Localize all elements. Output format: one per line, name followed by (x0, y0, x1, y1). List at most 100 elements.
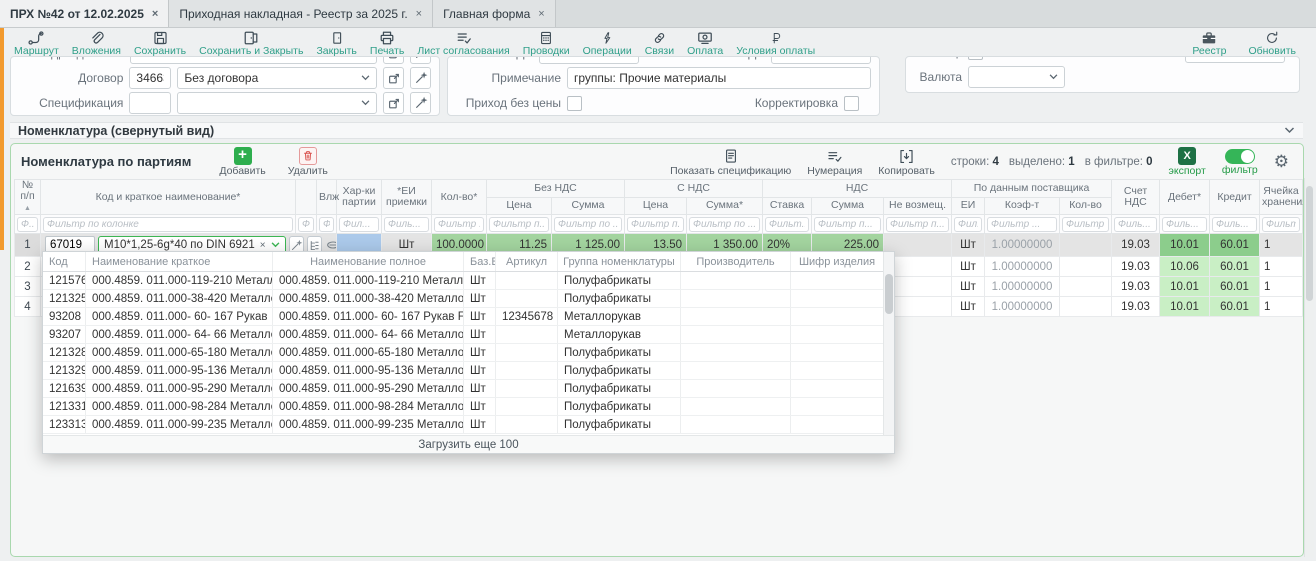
coef-cell[interactable]: 1.00000000 (985, 257, 1060, 277)
contract-select[interactable]: Без договора (177, 67, 377, 89)
col-header-rate[interactable]: Ставка (763, 197, 812, 215)
storage-cell[interactable]: 1 (1260, 297, 1303, 317)
show-spec-button[interactable]: Показать спецификацию (670, 148, 791, 176)
coef-cell[interactable]: 1.00000000 (985, 234, 1060, 257)
col-header-credit[interactable]: Кредит (1210, 180, 1260, 215)
sup-qty-cell[interactable] (1060, 234, 1112, 257)
save-close-button[interactable]: Сохранить и Закрыть (195, 30, 307, 57)
sup-ei-cell[interactable]: Шт (952, 234, 985, 257)
dd-col-full-name[interactable]: Наименование полное (273, 252, 464, 271)
dd-col-manufacturer[interactable]: Производитель (681, 252, 791, 271)
dd-col-group[interactable]: Группа номенклатуры (558, 252, 681, 271)
filter-input-rate[interactable] (765, 217, 809, 232)
add-row-button[interactable]: + Добавить (219, 147, 265, 176)
col-header-vlj[interactable]: Влж (317, 180, 337, 215)
sup-ei-cell[interactable]: Шт (952, 277, 985, 297)
note-input[interactable] (567, 67, 871, 89)
sup-ei-cell[interactable]: Шт (952, 297, 985, 317)
dd-col-short-name[interactable]: Наименование краткое (86, 252, 273, 271)
open-card-button[interactable] (383, 67, 404, 89)
col-header-wand[interactable] (296, 180, 317, 215)
filter-input-name[interactable] (43, 217, 293, 232)
postings-button[interactable]: Проводки (519, 30, 574, 57)
dropdown-row[interactable]: 93208 000.4859. 011.000- 60- 167 Рукав 0… (43, 308, 894, 326)
coef-cell[interactable]: 1.00000000 (985, 297, 1060, 317)
tab-document[interactable]: ПРХ №42 от 12.02.2025 × (0, 0, 169, 27)
debit-cell[interactable]: 10.06 (1160, 257, 1210, 277)
row-number[interactable]: 1 (15, 234, 41, 257)
sup-qty-cell[interactable] (1060, 297, 1112, 317)
vat-account-cell[interactable]: 19.03 (1112, 297, 1160, 317)
close-button[interactable]: Закрыть (312, 30, 360, 57)
registry-button[interactable]: Реестр (1188, 30, 1230, 57)
no-invoice-checkbox[interactable] (968, 56, 983, 60)
col-header-sum-with-vat[interactable]: Сумма* (687, 197, 763, 215)
open-card-button[interactable] (383, 92, 404, 114)
vat-account-cell[interactable]: 19.03 (1112, 234, 1160, 257)
dropdown-row[interactable]: 121331 000.4859. 011.000-98-284 Металлор… (43, 398, 894, 416)
nomenclature-section-header[interactable]: Номенклатура (свернутый вид) (10, 122, 1303, 139)
col-header-sum-no-vat[interactable]: Сумма (552, 197, 625, 215)
filter-input-coef[interactable] (987, 217, 1057, 232)
col-header-non-refund[interactable]: Не возмещ. (884, 197, 952, 215)
delete-row-button[interactable]: Удалить (288, 147, 328, 176)
filter-input-qty[interactable] (434, 217, 484, 232)
vertical-scrollbar[interactable] (1304, 178, 1314, 557)
magic-wand-button[interactable] (410, 56, 431, 64)
dd-col-article[interactable]: Артикул (496, 252, 558, 271)
col-header-cell[interactable]: Ячейка хранения (1260, 180, 1303, 215)
sup-qty-cell[interactable] (1060, 257, 1112, 277)
tab-registry[interactable]: Приходная накладная - Реестр за 2025 г. … (169, 0, 433, 27)
dropdown-row[interactable]: 121639 000.4859. 011.000-95-290 Металлор… (43, 380, 894, 398)
close-icon[interactable]: × (416, 8, 422, 20)
currency-select[interactable] (968, 66, 1065, 88)
chain-link-icon[interactable] (325, 239, 337, 251)
route-button[interactable]: Маршрут (10, 30, 63, 57)
scrollbar-thumb[interactable] (885, 274, 893, 314)
department-select[interactable] (130, 56, 377, 64)
dropdown-row[interactable]: 121576 000.4859. 011.000-119-210 Металло… (43, 272, 894, 290)
magic-wand-button[interactable] (410, 67, 431, 89)
filter-input-credit[interactable] (1212, 217, 1257, 232)
sup-ei-cell[interactable]: Шт (952, 257, 985, 277)
credit-cell[interactable]: 60.01 (1210, 234, 1260, 257)
debit-cell[interactable]: 10.01 (1160, 234, 1210, 257)
dropdown-row[interactable]: 121328 000.4859. 011.000-65-180 Металлор… (43, 344, 894, 362)
vat-rate-input[interactable] (771, 56, 871, 64)
specification-select[interactable] (177, 92, 377, 114)
col-header-qty[interactable]: Кол-во* (432, 180, 487, 215)
filter-input-num[interactable] (17, 217, 38, 232)
clear-icon[interactable]: × (260, 240, 266, 251)
credit-cell[interactable]: 60.01 (1210, 257, 1260, 277)
col-header-batch[interactable]: Хар-ки партии (337, 180, 382, 215)
vat-account-cell[interactable]: 19.03 (1112, 257, 1160, 277)
col-header-ei[interactable]: *ЕИ приемки (382, 180, 432, 215)
export-excel-button[interactable]: X экспорт (1169, 147, 1206, 176)
filter-input-price-w[interactable] (627, 217, 684, 232)
open-card-button[interactable] (383, 56, 404, 64)
dd-col-code[interactable]: Код (43, 252, 86, 271)
col-header-sup-qty[interactable]: Кол-во (1060, 197, 1112, 215)
approval-sheet-button[interactable]: Лист согласования (413, 30, 513, 57)
dropdown-row[interactable]: 121325 000.4859. 011.000-38-420 Металлор… (43, 290, 894, 308)
storage-cell[interactable]: 1 (1260, 234, 1303, 257)
coef-cell[interactable]: 1.00000000 (985, 277, 1060, 297)
col-header-vat-sum[interactable]: Сумма (812, 197, 884, 215)
col-header-price-no-vat[interactable]: Цена (487, 197, 552, 215)
filter-input-wand[interactable] (298, 217, 314, 232)
filter-input-sum-no[interactable] (554, 217, 622, 232)
col-header-num[interactable]: № п/п ▲ (15, 180, 41, 215)
no-price-checkbox[interactable] (567, 96, 582, 111)
sup-qty-cell[interactable] (1060, 277, 1112, 297)
contract-code-input[interactable] (129, 67, 171, 89)
numbering-button[interactable]: Нумерация (807, 148, 862, 176)
scrollbar-thumb[interactable] (1306, 186, 1313, 301)
row-number[interactable]: 4 (15, 297, 41, 317)
filter-input-sum-w[interactable] (689, 217, 760, 232)
filter-input-sup-ei[interactable] (954, 217, 982, 232)
filter-input-batch[interactable] (339, 217, 379, 232)
dropdown-row[interactable]: 93207 000.4859. 011.000- 64- 66 Металлор… (43, 326, 894, 344)
dropdown-row[interactable]: 123313 000.4859. 011.000-99-235 Металлор… (43, 416, 894, 434)
specification-code-input[interactable] (129, 92, 171, 114)
dropdown-scrollbar[interactable] (883, 252, 894, 435)
